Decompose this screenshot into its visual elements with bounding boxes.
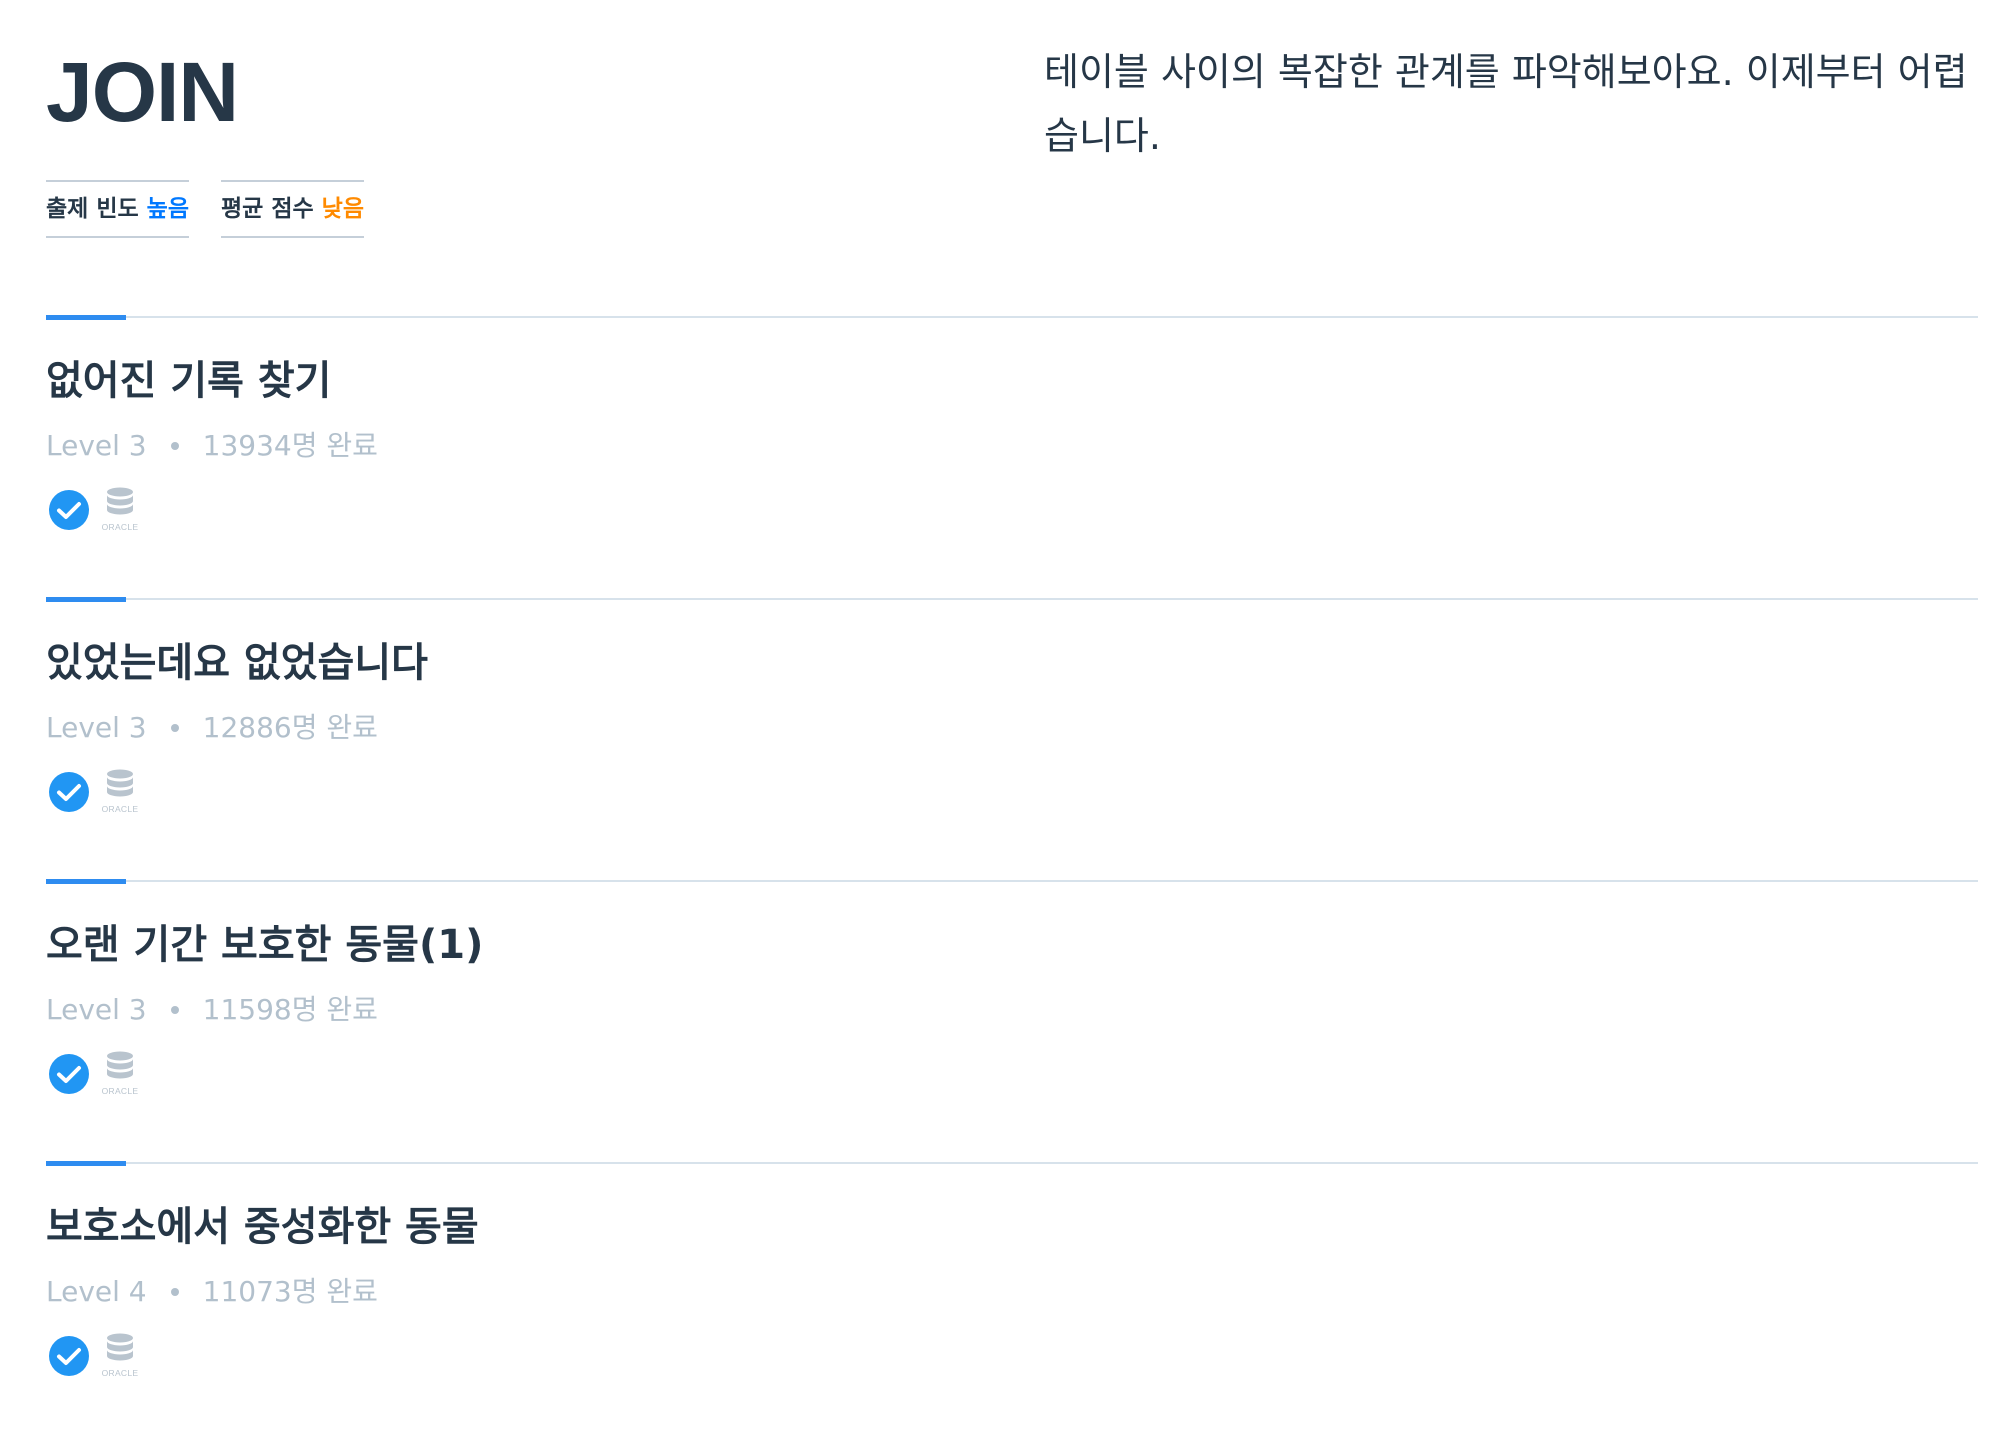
- average-score-tag: 평균 점수 낮음: [221, 180, 364, 238]
- problem-item[interactable]: 보호소에서 중성화한 동물 Level 4 11073명 완료 ORACLE: [46, 1161, 1978, 1444]
- check-circle-icon: [49, 1054, 89, 1094]
- check-circle-icon: [49, 1336, 89, 1376]
- problem-completed-count: 11598명 완료: [202, 993, 378, 1026]
- problem-completed-count: 11073명 완료: [202, 1275, 378, 1308]
- frequency-tag-value: 높음: [146, 196, 189, 222]
- oracle-database-icon: ORACLE: [102, 1051, 139, 1096]
- problem-item[interactable]: 있었는데요 없었습니다 Level 3 12886명 완료 ORACLE: [46, 597, 1978, 880]
- average-score-tag-label: 평균 점수: [221, 196, 314, 222]
- problem-badges: ORACLE: [48, 1332, 146, 1380]
- tags: 출제 빈도 높음 평균 점수 낮음: [46, 180, 364, 238]
- header: JOIN 출제 빈도 높음 평균 점수 낮음 테이블 사이의 복잡한 관계를 파…: [46, 0, 1978, 290]
- oracle-label: ORACLE: [102, 522, 139, 532]
- problem-level: Level 3: [46, 429, 147, 462]
- problem-badges: ORACLE: [48, 768, 146, 816]
- check-circle-icon: [49, 490, 89, 530]
- problem-meta: Level 3 12886명 완료: [46, 710, 378, 746]
- problem-level: Level 3: [46, 993, 147, 1026]
- category-description: 테이블 사이의 복잡한 관계를 파악해보아요. 이제부터 어렵습니다.: [1044, 50, 1968, 158]
- frequency-tag: 출제 빈도 높음: [46, 180, 189, 238]
- problem-badges: ORACLE: [48, 486, 146, 534]
- oracle-label: ORACLE: [102, 1368, 139, 1378]
- problem-level: Level 4: [46, 1275, 147, 1308]
- check-circle-icon: [49, 772, 89, 812]
- problem-list: 없어진 기록 찾기 Level 3 13934명 완료 ORACLE 있었는데요…: [46, 315, 1978, 1444]
- separator-dot-icon: [170, 1006, 179, 1014]
- problem-completed-count: 13934명 완료: [202, 429, 378, 462]
- problem-item[interactable]: 없어진 기록 찾기 Level 3 13934명 완료 ORACLE: [46, 315, 1978, 598]
- problem-title[interactable]: 오랜 기간 보호한 동물(1): [46, 920, 483, 970]
- frequency-tag-label: 출제 빈도: [46, 196, 139, 222]
- oracle-database-icon: ORACLE: [102, 487, 139, 532]
- oracle-database-icon: ORACLE: [102, 769, 139, 814]
- problem-title[interactable]: 보호소에서 중성화한 동물: [46, 1202, 479, 1252]
- oracle-database-icon: ORACLE: [102, 1333, 139, 1378]
- problem-meta: Level 4 11073명 완료: [46, 1274, 378, 1310]
- problem-item[interactable]: 오랜 기간 보호한 동물(1) Level 3 11598명 완료 ORACLE: [46, 879, 1978, 1162]
- problem-title[interactable]: 있었는데요 없었습니다: [46, 638, 428, 688]
- problem-title[interactable]: 없어진 기록 찾기: [46, 356, 331, 406]
- page-title: JOIN: [46, 45, 239, 139]
- problem-level: Level 3: [46, 711, 147, 744]
- problem-completed-count: 12886명 완료: [202, 711, 378, 744]
- separator-dot-icon: [170, 442, 179, 450]
- page: JOIN 출제 빈도 높음 평균 점수 낮음 테이블 사이의 복잡한 관계를 파…: [46, 0, 1978, 1418]
- problem-meta: Level 3 13934명 완료: [46, 428, 378, 464]
- oracle-label: ORACLE: [102, 804, 139, 814]
- separator-dot-icon: [170, 1288, 179, 1296]
- problem-meta: Level 3 11598명 완료: [46, 992, 378, 1028]
- oracle-label: ORACLE: [102, 1086, 139, 1096]
- average-score-tag-value: 낮음: [321, 196, 364, 222]
- problem-badges: ORACLE: [48, 1050, 146, 1098]
- separator-dot-icon: [170, 724, 179, 732]
